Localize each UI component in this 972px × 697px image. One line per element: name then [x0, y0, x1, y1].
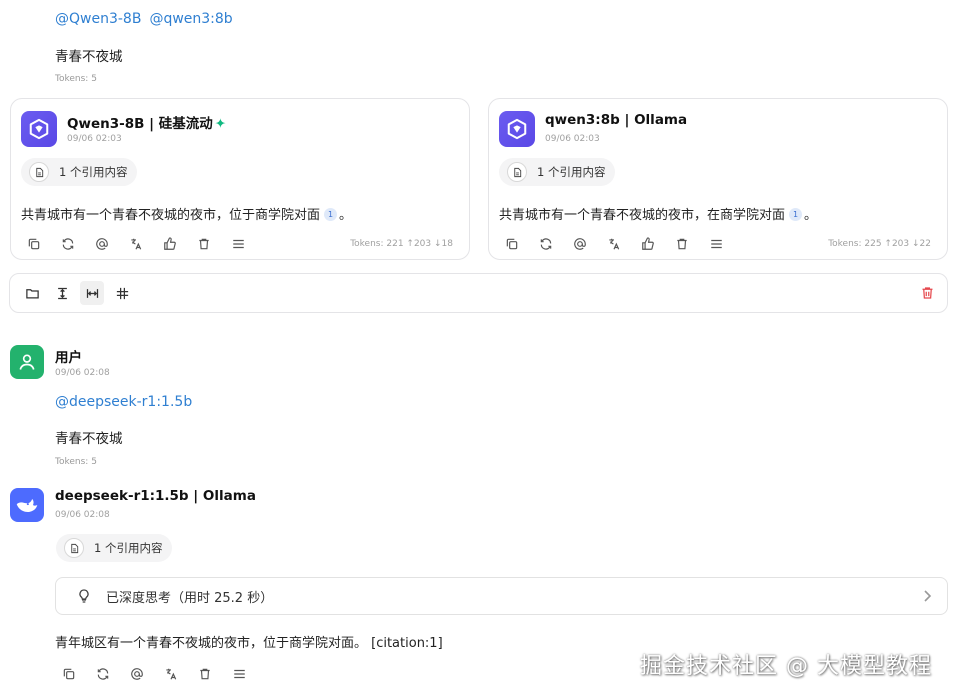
- user-message-text: 青春不夜城: [55, 431, 123, 447]
- token-count: Tokens: 221 ↑203 ↓18: [350, 239, 453, 249]
- token-count: Tokens: 5: [55, 457, 97, 467]
- chevron-right-icon: [923, 589, 933, 603]
- lightbulb-icon: [76, 587, 92, 605]
- message-time: 09/06 02:08: [55, 510, 110, 520]
- token-count: Tokens: 225 ↑203 ↓22: [828, 239, 931, 249]
- answer-text: 共青城市有一个青春不夜城的夜市，位于商学院对面 1。: [21, 208, 353, 223]
- copy-icon[interactable]: [56, 664, 90, 684]
- regenerate-icon[interactable]: [533, 234, 567, 254]
- citation-badge[interactable]: 1: [324, 208, 338, 221]
- message-time: 09/06 02:03: [545, 134, 600, 144]
- model-name: Qwen3-8B | 硅基流动 ✦: [67, 116, 227, 132]
- reply-card-qwen3-8b-ollama: qwen3:8b | Ollama 09/06 02:03 1 个引用内容 共青…: [488, 98, 948, 260]
- message-time: 09/06 02:03: [67, 134, 122, 144]
- translate-icon[interactable]: [601, 234, 635, 254]
- translate-icon[interactable]: [123, 234, 157, 254]
- copy-icon[interactable]: [21, 234, 55, 254]
- menu-icon[interactable]: [703, 234, 737, 254]
- citation-label: 1 个引用内容: [537, 165, 606, 179]
- mention-icon[interactable]: [124, 664, 158, 684]
- trash-icon[interactable]: [920, 285, 935, 305]
- citation-pill[interactable]: 1 个引用内容: [21, 158, 138, 186]
- token-count: Tokens: 5: [55, 74, 97, 84]
- citation-pill[interactable]: 1 个引用内容: [499, 158, 616, 186]
- model-name: deepseek-r1:1.5b | Ollama: [55, 488, 256, 504]
- mention-qwen3-8b-ollama[interactable]: @qwen3:8b: [149, 11, 232, 27]
- thinking-label: 已深度思考（用时 25.2 秒）: [106, 590, 274, 606]
- citation-label: 1 个引用内容: [94, 541, 163, 555]
- document-icon: [507, 162, 527, 182]
- message-time: 09/06 02:08: [55, 368, 110, 378]
- folder-icon[interactable]: [20, 281, 44, 305]
- layout-toolbar: [9, 273, 948, 313]
- citation-pill[interactable]: 1 个引用内容: [56, 534, 173, 562]
- mention-icon[interactable]: [89, 234, 123, 254]
- regenerate-icon[interactable]: [55, 234, 89, 254]
- text-height-icon[interactable]: [50, 281, 74, 305]
- mention-row: @Qwen3-8B @qwen3:8b: [55, 11, 241, 27]
- menu-icon[interactable]: [226, 664, 260, 684]
- deep-thinking-toggle[interactable]: 已深度思考（用时 25.2 秒）: [55, 577, 948, 615]
- menu-icon[interactable]: [225, 234, 259, 254]
- user-message-text: 青春不夜城: [55, 49, 123, 65]
- mention-qwen3-8b[interactable]: @Qwen3-8B: [55, 11, 141, 27]
- document-icon: [29, 162, 49, 182]
- grid-icon[interactable]: [110, 281, 134, 305]
- deepseek-logo-icon: [10, 488, 44, 522]
- user-avatar-icon: [10, 345, 44, 379]
- model-name: qwen3:8b | Ollama: [545, 112, 688, 128]
- watermark: 掘金技术社区 @ 大模型教程: [640, 654, 932, 679]
- regenerate-icon[interactable]: [90, 664, 124, 684]
- user-name: 用户: [55, 350, 82, 366]
- delete-icon[interactable]: [192, 664, 226, 684]
- column-width-icon[interactable]: [80, 281, 104, 305]
- message-actions: [56, 664, 260, 684]
- citation-label: 1 个引用内容: [59, 165, 128, 179]
- citation-badge[interactable]: 1: [789, 208, 803, 221]
- copy-icon[interactable]: [499, 234, 533, 254]
- thumbs-up-icon[interactable]: [635, 234, 669, 254]
- qwen-logo-icon: [21, 111, 57, 147]
- qwen-logo-icon: [499, 111, 535, 147]
- document-icon: [64, 538, 84, 558]
- answer-text: 共青城市有一个青春不夜城的夜市，在商学院对面 1。: [499, 208, 818, 223]
- mention-deepseek[interactable]: @deepseek-r1:1.5b: [55, 394, 192, 410]
- message-actions: [21, 234, 259, 254]
- message-actions: [499, 234, 737, 254]
- delete-icon[interactable]: [669, 234, 703, 254]
- reply-card-qwen3-8b: Qwen3-8B | 硅基流动 ✦ 09/06 02:03 1 个引用内容 共青城…: [10, 98, 470, 260]
- translate-icon[interactable]: [158, 664, 192, 684]
- mention-icon[interactable]: [567, 234, 601, 254]
- delete-icon[interactable]: [191, 234, 225, 254]
- thumbs-up-icon[interactable]: [157, 234, 191, 254]
- answer-text: 青年城区有一个青春不夜城的夜市，位于商学院对面。 [citation:1]: [55, 636, 443, 651]
- sparkle-icon: ✦: [214, 116, 227, 132]
